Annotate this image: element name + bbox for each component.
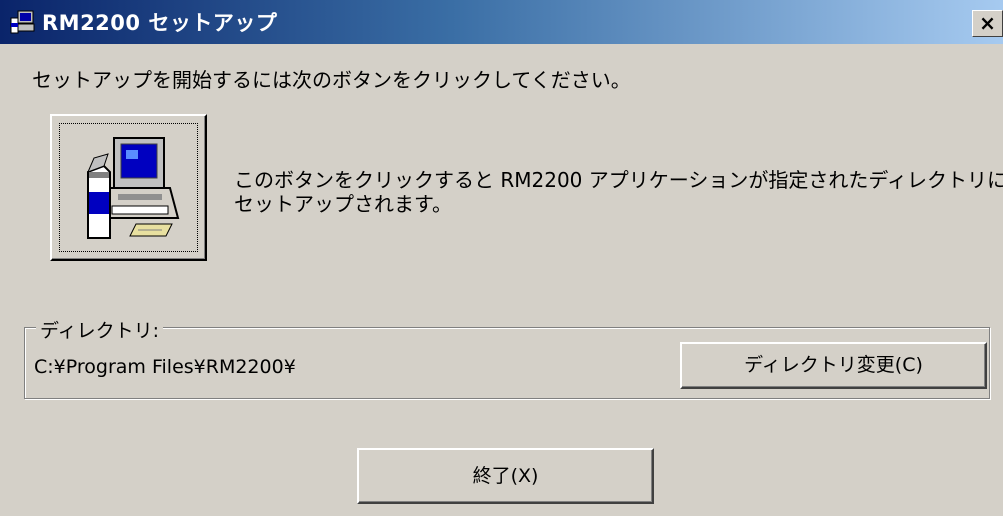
title-bar[interactable]: RM2200 セットアップ ×: [0, 0, 1003, 44]
directory-path: C:¥Program Files¥RM2200¥: [34, 356, 296, 378]
setup-app-icon: [10, 10, 35, 34]
start-setup-button[interactable]: [50, 114, 207, 261]
window-title: RM2200 セットアップ: [42, 11, 278, 35]
setup-description: このボタンをクリックすると RM2200 アプリケーションが指定されたディレクト…: [234, 168, 1003, 216]
setup-description-line-1: このボタンをクリックすると RM2200 アプリケーションが指定されたディレクト…: [234, 168, 1003, 192]
instruction-text: セットアップを開始するには次のボタンをクリックしてください。: [32, 68, 631, 92]
close-button[interactable]: ×: [972, 10, 1003, 37]
computer-setup-icon: [87, 137, 180, 239]
directory-label: ディレクトリ:: [36, 316, 164, 343]
change-directory-button[interactable]: ディレクトリ変更(C): [680, 342, 987, 389]
exit-button[interactable]: 終了(X): [357, 448, 654, 504]
setup-description-line-2: セットアップされます。: [234, 192, 452, 216]
setup-window: RM2200 セットアップ × セットアップを開始するには次のボタンをクリックし…: [0, 0, 1003, 516]
